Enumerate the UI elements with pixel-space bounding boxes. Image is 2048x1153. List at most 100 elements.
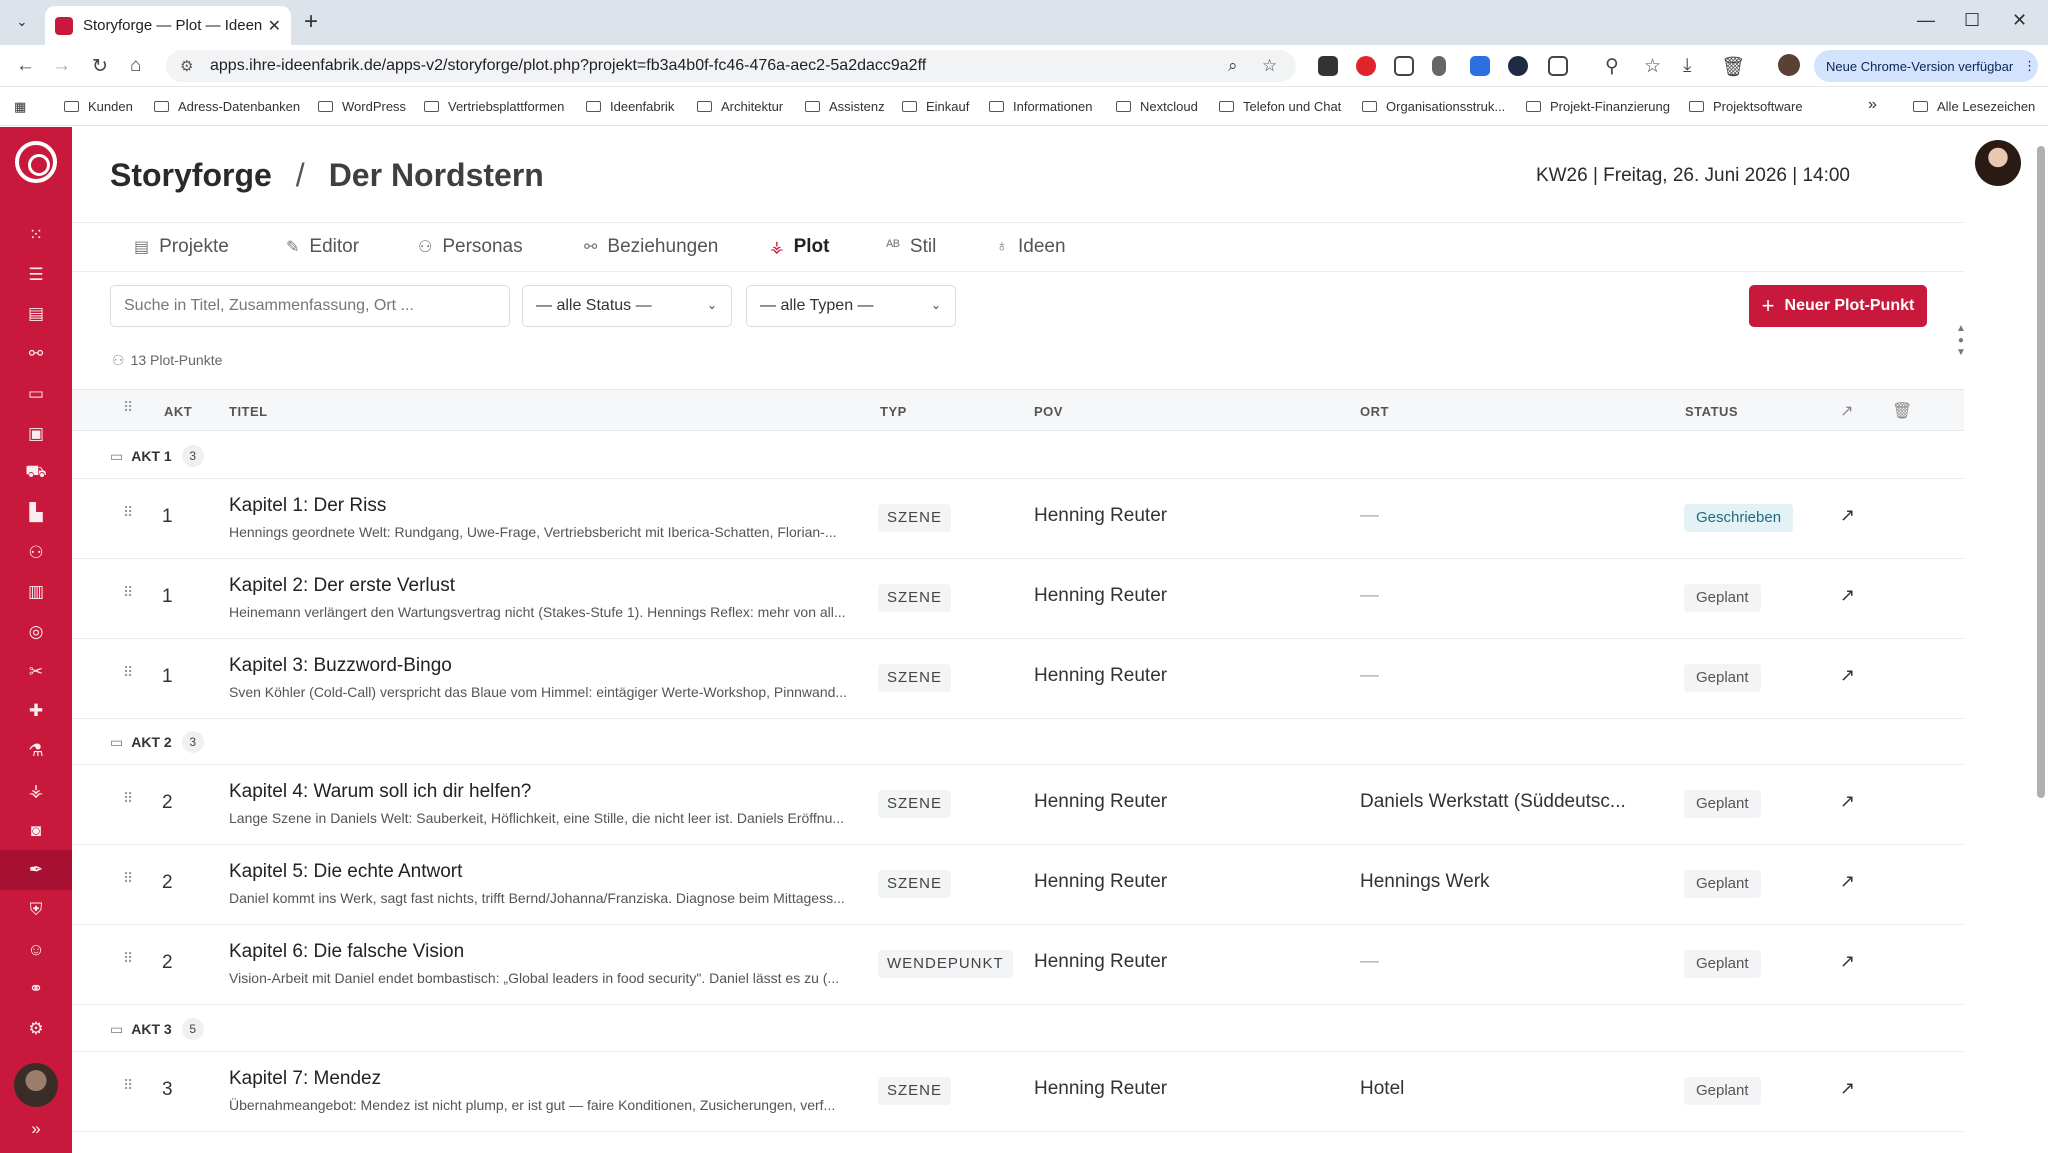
extension-icon-1[interactable] [1318,56,1338,76]
reload-icon[interactable]: ↻ [92,55,108,78]
sidebar-chart-icon[interactable]: ▙ [24,501,48,525]
bookmark-item[interactable]: Assistenz [805,99,885,114]
act-group-header[interactable]: ▭ AKT 2 3 [72,717,1964,765]
sidebar-file-icon[interactable]: ▤ [24,302,48,326]
app-name[interactable]: Storyforge [110,157,272,193]
sidebar-feather-icon[interactable]: ✒ [0,850,72,891]
sidebar-list-icon[interactable]: ☰ [24,263,48,287]
row-title[interactable]: Kapitel 3: Buzzword-Bingo [229,655,452,677]
apps-grid-icon[interactable]: ▦ [14,99,26,115]
drag-handle-icon[interactable]: ⠿ [123,585,137,599]
tab-projekte[interactable]: ▤ Projekte [134,236,229,258]
tab-personas[interactable]: ⚇ Personas [418,236,523,258]
sidebar-building-icon[interactable]: ▥ [24,580,48,604]
sidebar-flask-icon[interactable]: ⚗ [24,739,48,763]
sidebar-apps-icon[interactable]: ⁙ [24,223,48,247]
bookmarks-more-icon[interactable]: » [1868,96,1877,114]
tab-plot[interactable]: ⚶ Plot [770,236,829,258]
row-title[interactable]: Kapitel 5: Die echte Antwort [229,861,462,883]
bookmark-item[interactable]: Telefon und Chat [1219,99,1341,114]
sidebar-clipboard-icon[interactable]: ▣ [24,422,48,446]
tab-scroll-control[interactable]: ▲ ● ▼ [1956,323,1966,359]
row-title[interactable]: Kapitel 2: Der erste Verlust [229,575,455,597]
table-row[interactable]: ⠿ 3 Kapitel 7: Mendez Übernahmeangebot: Men… [72,1052,1964,1132]
table-row[interactable]: ⠿ 1 Kapitel 2: Der erste Verlust Heinemann … [72,559,1964,639]
maximize-icon[interactable]: ☐ [1964,10,1980,31]
sidebar-team-icon[interactable]: ⚇ [24,541,48,565]
key-icon[interactable] [1432,56,1446,76]
home-icon[interactable]: ⌂ [130,55,141,77]
page-scrollbar[interactable] [2036,134,2046,1153]
sidebar-tools-icon[interactable]: ✂ [24,660,48,684]
sidebar-user-avatar[interactable] [14,1063,58,1107]
row-title[interactable]: Kapitel 7: Mendez [229,1068,381,1090]
sidebar-workflow-icon[interactable]: ⚯ [24,342,48,366]
all-bookmarks[interactable]: Alle Lesezeichen [1913,99,2035,114]
profile-avatar[interactable] [1778,54,1800,76]
favorites-icon[interactable]: ☆ [1644,55,1661,78]
tab-search-chevron-icon[interactable]: ⌄ [10,10,34,34]
new-plot-point-button[interactable]: + Neuer Plot-Punkt [1749,285,1927,327]
bookmark-item[interactable]: Kunden [64,99,133,114]
storyforge-logo-icon[interactable] [15,141,57,183]
extension-icon-6[interactable] [1508,56,1528,76]
browser-tab-active[interactable]: Storyforge — Plot — Ideenfabr ✕ [45,6,291,45]
sidebar-folder-icon[interactable]: ▭ [24,382,48,406]
tab-stil[interactable]: ᴬᴮ Stil [886,236,936,258]
close-window-icon[interactable]: ✕ [2012,10,2027,31]
external-link-icon[interactable]: ↗ [1840,871,1855,892]
scrollbar-thumb[interactable] [2037,146,2045,798]
external-link-icon[interactable]: ↗ [1840,791,1855,812]
bookmark-item[interactable]: Organisationsstruk... [1362,99,1505,114]
drag-handle-icon[interactable]: ⠿ [123,665,137,679]
minimize-icon[interactable]: — [1917,10,1935,31]
puzzle-icon[interactable] [1548,56,1568,76]
close-tab-icon[interactable]: ✕ [268,16,281,36]
row-title[interactable]: Kapitel 6: Die falsche Vision [229,941,464,963]
user-avatar[interactable] [1975,140,2021,186]
table-row[interactable]: ⠿ 2 Kapitel 5: Die echte Antwort Daniel kom… [72,845,1964,925]
back-arrow-icon[interactable]: ← [16,55,35,77]
bookmark-star-icon[interactable]: ☆ [1262,56,1277,76]
act-group-header[interactable]: ▭ AKT 3 5 [72,1004,1964,1052]
bookmark-item[interactable]: WordPress [318,99,406,114]
col-titel[interactable]: TITEL [229,404,268,419]
external-link-icon[interactable]: ↗ [1840,665,1855,686]
table-row[interactable]: ⠿ 2 Kapitel 4: Warum soll ich dir helfen? L… [72,765,1964,845]
trash-icon[interactable]: 🗑 [1721,55,1745,79]
external-link-icon[interactable]: ↗ [1840,1078,1855,1099]
row-title[interactable]: Kapitel 4: Warum soll ich dir helfen? [229,781,531,803]
col-ort[interactable]: ORT [1360,404,1389,419]
search-input[interactable]: Suche in Titel, Zusammenfassung, Ort ... [110,285,510,327]
sidebar-cart-icon[interactable]: ⛟ [24,461,48,485]
forward-arrow-icon[interactable]: → [52,55,71,77]
drag-handle-icon[interactable]: ⠿ [123,951,137,965]
sidebar-settings-icon[interactable]: ⚙ [24,1017,48,1041]
tab-beziehungen[interactable]: ⚯ Beziehungen [584,236,718,258]
zoom-icon[interactable]: ⌕ [1228,56,1238,76]
type-filter-select[interactable]: — alle Typen — ⌄ [746,285,956,327]
drag-handle-icon[interactable]: ⠿ [123,1078,137,1092]
bookmark-item[interactable]: Projektsoftware [1689,99,1803,114]
new-tab-plus-icon[interactable]: + [304,8,318,36]
sidebar-puzzle-icon[interactable]: ✚ [24,699,48,723]
act-group-header[interactable]: ▭ AKT 1 3 [72,431,1964,479]
col-akt[interactable]: AKT [164,404,192,419]
expand-sidebar-icon[interactable]: » [24,1117,48,1141]
sidebar-compass-icon[interactable]: ◎ [24,620,48,644]
col-pov[interactable]: POV [1034,404,1063,419]
external-link-icon[interactable]: ↗ [1840,505,1855,526]
table-row[interactable]: ⠿ 1 Kapitel 3: Buzzword-Bingo Sven Köhler (… [72,639,1964,719]
tab-ideen[interactable]: ♁ Ideen [996,236,1066,258]
bookmark-item[interactable]: Ideenfabrik [586,99,674,114]
tab-editor[interactable]: ✎ Editor [286,236,359,258]
col-status[interactable]: STATUS [1685,404,1738,419]
site-settings-icon[interactable]: ⚙ [180,57,193,75]
bookmark-item[interactable]: Adress-Datenbanken [154,99,300,114]
location-icon[interactable]: ⚲ [1605,55,1619,78]
extension-icon-3[interactable] [1394,56,1414,76]
extension-icon-2[interactable] [1356,56,1376,76]
sidebar-shield-icon[interactable]: ⛨ [24,898,48,922]
sidebar-network-icon[interactable]: ⚶ [24,779,48,803]
table-row[interactable]: ⠿ 1 Kapitel 1: Der Riss Hennings geordnete … [72,479,1964,559]
